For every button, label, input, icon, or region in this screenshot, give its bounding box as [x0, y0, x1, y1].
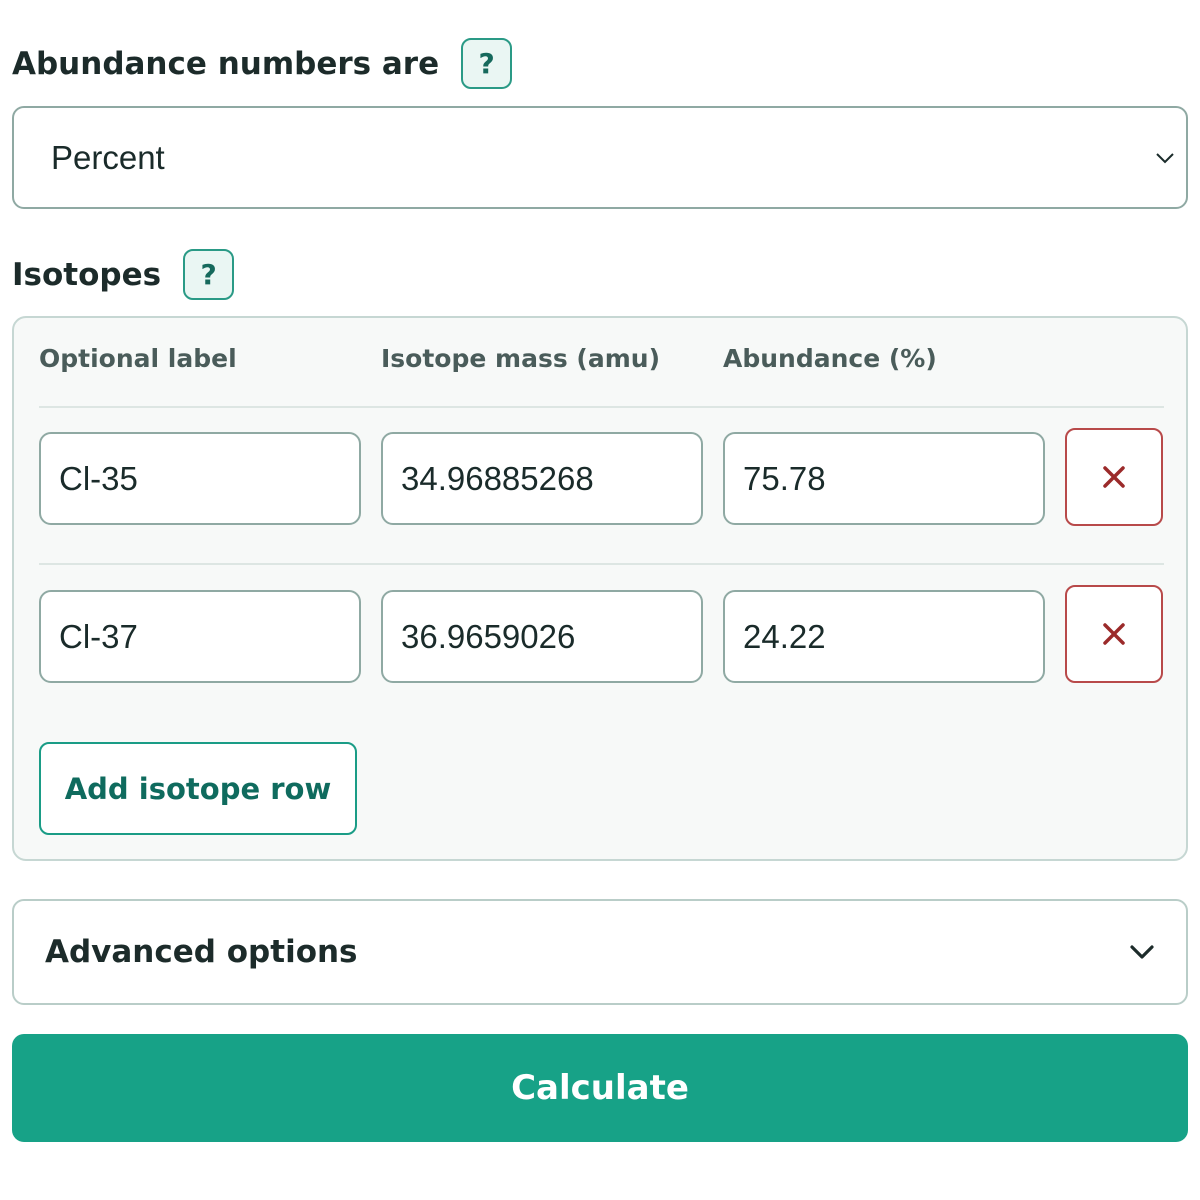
column-header-abundance: Abundance (%) — [723, 344, 937, 373]
isotopes-section-label: Isotopes ? — [12, 249, 235, 300]
isotope-mass-value: 36.9659026 — [401, 617, 576, 655]
question-mark-icon: ? — [200, 258, 217, 291]
delete-row-button[interactable] — [1065, 585, 1163, 683]
add-isotope-row-button[interactable]: Add isotope row — [39, 742, 357, 835]
chevron-down-icon — [1156, 152, 1174, 163]
row-divider — [39, 563, 1164, 565]
question-mark-icon: ? — [478, 47, 495, 80]
isotopes-label: Isotopes — [12, 256, 162, 293]
delete-row-button[interactable] — [1065, 428, 1163, 526]
isotope-label-input[interactable]: Cl-37 — [39, 590, 361, 683]
isotope-mass-input[interactable]: 36.9659026 — [381, 590, 703, 683]
column-header-mass: Isotope mass (amu) — [381, 344, 660, 373]
isotope-label-value: Cl-35 — [59, 459, 138, 497]
advanced-options-toggle[interactable]: Advanced options — [12, 899, 1188, 1005]
isotope-abundance-value: 75.78 — [743, 459, 826, 497]
row-divider — [39, 406, 1164, 408]
isotope-label-value: Cl-37 — [59, 617, 138, 655]
calculate-button[interactable]: Calculate — [12, 1034, 1188, 1142]
abundance-section-label: Abundance numbers are ? — [12, 38, 513, 89]
isotope-label-input[interactable]: Cl-35 — [39, 432, 361, 525]
isotopes-help-button[interactable]: ? — [183, 249, 235, 300]
isotope-mass-value: 34.96885268 — [401, 459, 594, 497]
isotope-abundance-input[interactable]: 24.22 — [723, 590, 1045, 683]
close-icon — [1103, 466, 1125, 488]
close-icon — [1103, 623, 1125, 645]
isotope-abundance-input[interactable]: 75.78 — [723, 432, 1045, 525]
isotopes-card: Optional label Isotope mass (amu) Abunda… — [12, 316, 1188, 861]
advanced-options-label: Advanced options — [45, 934, 358, 970]
abundance-unit-select[interactable]: Percent — [12, 106, 1188, 209]
column-header-label: Optional label — [39, 344, 237, 373]
isotope-abundance-value: 24.22 — [743, 617, 826, 655]
abundance-help-button[interactable]: ? — [461, 38, 513, 89]
abundance-unit-value: Percent — [51, 138, 165, 176]
isotope-mass-input[interactable]: 34.96885268 — [381, 432, 703, 525]
chevron-down-icon — [1130, 945, 1154, 959]
abundance-label: Abundance numbers are — [12, 45, 440, 82]
